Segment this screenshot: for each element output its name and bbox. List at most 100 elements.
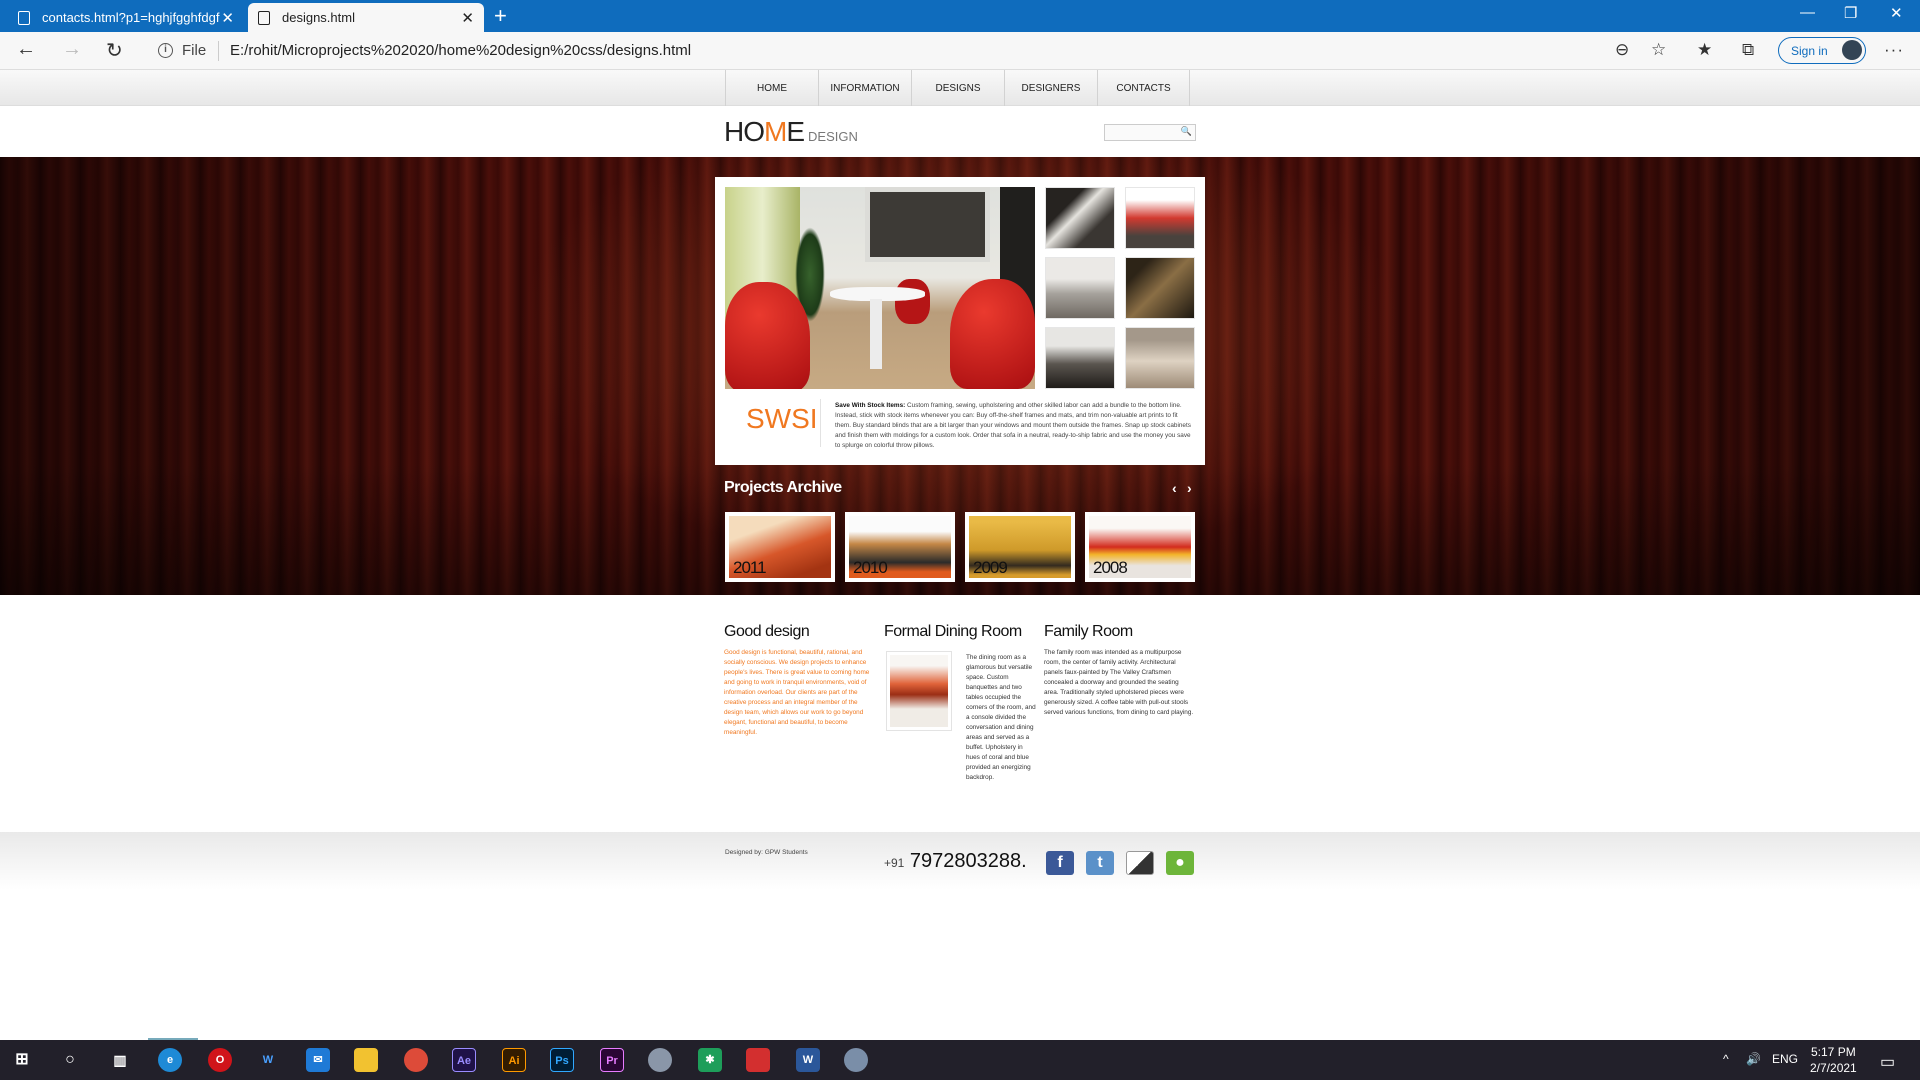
clock-time: 5:17 PM xyxy=(1811,1045,1856,1059)
chat-icon[interactable]: ● xyxy=(1166,851,1194,875)
chevron-right-icon[interactable]: › xyxy=(1187,480,1192,496)
app-w-icon[interactable]: W xyxy=(256,1048,280,1072)
thumbnail-grid xyxy=(1045,187,1195,389)
sign-in-label: Sign in xyxy=(1791,44,1828,58)
close-window-icon[interactable]: ✕ xyxy=(1890,4,1903,22)
photoshop-icon[interactable]: Ps xyxy=(550,1048,574,1072)
illustrator-icon[interactable]: Ai xyxy=(502,1048,526,1072)
clock-date: 2/7/2021 xyxy=(1810,1061,1857,1075)
phone-number: 7972803288. xyxy=(909,850,1027,872)
sign-in-button[interactable]: Sign in xyxy=(1778,37,1866,64)
twitter-icon[interactable]: t xyxy=(1086,851,1114,875)
nav-home[interactable]: HOME xyxy=(725,70,818,106)
chevron-up-icon[interactable]: ^ xyxy=(1723,1052,1729,1066)
app-icon[interactable]: ✱ xyxy=(698,1048,722,1072)
project-card[interactable]: 2009 xyxy=(965,512,1075,582)
nav-information[interactable]: INFORMATION xyxy=(818,70,911,106)
feature-image[interactable] xyxy=(725,187,1035,389)
project-year: 2011 xyxy=(733,558,767,577)
banner-divider-left xyxy=(0,596,480,605)
task-view-icon[interactable]: ▥ xyxy=(108,1048,132,1072)
after-effects-icon[interactable]: Ae xyxy=(452,1048,476,1072)
clock[interactable]: 5:17 PM 2/7/2021 xyxy=(1810,1044,1857,1076)
logo-ho: HO xyxy=(724,116,765,147)
chrome-icon[interactable] xyxy=(404,1048,428,1072)
facebook-icon[interactable]: f xyxy=(1046,851,1074,875)
web-page: HOME INFORMATION DESIGNS DESIGNERS CONTA… xyxy=(0,70,1920,1040)
thumbnail[interactable] xyxy=(1045,327,1115,389)
forward-icon[interactable]: → xyxy=(62,38,82,61)
thumbnail[interactable] xyxy=(1045,187,1115,249)
thumbnail[interactable] xyxy=(1045,257,1115,319)
new-tab-icon[interactable]: + xyxy=(494,3,507,29)
thumbnail[interactable] xyxy=(1125,257,1195,319)
address-toolbar: ← → ↻ i File E:/rohit/Microprojects%2020… xyxy=(0,32,1920,70)
mail-icon[interactable]: ✉ xyxy=(306,1048,330,1072)
dining-room-image[interactable] xyxy=(886,651,952,731)
project-card[interactable]: 2008 xyxy=(1085,512,1195,582)
info-icon[interactable]: i xyxy=(158,43,173,58)
column-good-design: Good design Good design is functional, b… xyxy=(724,623,872,738)
file-explorer-icon[interactable] xyxy=(354,1048,378,1072)
nav-designers[interactable]: DESIGNERS xyxy=(1004,70,1097,106)
close-tab-icon[interactable]: ✕ xyxy=(461,9,474,27)
nav-designs[interactable]: DESIGNS xyxy=(911,70,1004,106)
chair-shape xyxy=(950,279,1035,389)
search-icon[interactable]: 🔍 xyxy=(1181,126,1192,137)
premiere-icon[interactable]: Pr xyxy=(600,1048,624,1072)
column-formal-dining: Formal Dining Room The dining room as a … xyxy=(884,623,1036,781)
footer-credit: Designed by: GPW Students xyxy=(725,849,808,856)
opera-icon[interactable]: O xyxy=(208,1048,232,1072)
collections-icon[interactable]: ⧉ xyxy=(1742,40,1754,60)
refresh-icon[interactable]: ↻ xyxy=(106,38,123,63)
project-card[interactable]: 2011 xyxy=(725,512,835,582)
zoom-out-icon[interactable]: ⊖ xyxy=(1615,40,1629,60)
column-title: Good design xyxy=(724,623,810,640)
delicious-icon[interactable] xyxy=(1126,851,1154,875)
logo-e: E xyxy=(786,116,805,147)
tab-designs[interactable]: designs.html ✕ xyxy=(248,3,484,32)
footer-phone: +91 7972803288. xyxy=(884,850,1027,873)
more-icon[interactable]: ··· xyxy=(1884,40,1904,60)
favorites-icon[interactable]: ★ xyxy=(1697,40,1712,60)
page-icon xyxy=(18,10,30,25)
volume-icon[interactable]: 🔊 xyxy=(1746,1052,1761,1066)
file-label: File xyxy=(182,42,207,59)
divider xyxy=(820,399,821,447)
feature-body: Custom framing, sewing, upholstering and… xyxy=(835,402,1191,449)
logo-m: M xyxy=(764,116,787,147)
logo-design: DESIGN xyxy=(808,129,858,144)
thumbnail[interactable] xyxy=(1125,327,1195,389)
restore-icon[interactable]: ❐ xyxy=(1844,4,1857,22)
app-icon[interactable] xyxy=(844,1048,868,1072)
search-input[interactable]: 🔍 xyxy=(1104,124,1196,141)
feature-text: Save With Stock Items: Custom framing, s… xyxy=(835,401,1193,451)
word-icon[interactable]: W xyxy=(796,1048,820,1072)
divider xyxy=(218,41,219,61)
page-icon xyxy=(258,10,270,25)
minimize-icon[interactable]: — xyxy=(1800,4,1815,21)
close-tab-icon[interactable]: ✕ xyxy=(221,9,234,27)
site-logo[interactable]: HOME DESIGN xyxy=(724,116,858,148)
browser-tab-bar: contacts.html?p1=hghjfgghfdgf ✕ designs.… xyxy=(0,0,1920,32)
app-icon[interactable] xyxy=(746,1048,770,1072)
nav-contacts[interactable]: CONTACTS xyxy=(1097,70,1190,106)
tab-contacts[interactable]: contacts.html?p1=hghjfgghfdgf ✕ xyxy=(8,3,244,32)
windows-start-icon[interactable]: ⊞ xyxy=(10,1048,34,1072)
edge-icon[interactable]: e xyxy=(158,1048,182,1072)
chevron-left-icon[interactable]: ‹ xyxy=(1172,480,1177,496)
project-card[interactable]: 2010 xyxy=(845,512,955,582)
column-text: The dining room as a glamorous but versa… xyxy=(966,654,1036,781)
column-title: Formal Dining Room xyxy=(884,623,1022,640)
notifications-icon[interactable]: ▭ xyxy=(1880,1052,1895,1072)
avatar xyxy=(1842,40,1862,60)
thumbnail[interactable] xyxy=(1125,187,1195,249)
project-year: 2009 xyxy=(973,558,1008,577)
back-icon[interactable]: ← xyxy=(16,38,36,61)
url-field[interactable]: E:/rohit/Microprojects%202020/home%20des… xyxy=(230,42,691,59)
language-indicator[interactable]: ENG xyxy=(1772,1052,1798,1066)
column-text: Good design is functional, beautiful, ra… xyxy=(724,649,870,736)
search-icon[interactable]: ○ xyxy=(58,1048,82,1072)
add-favorite-icon[interactable]: ☆ xyxy=(1651,40,1666,60)
app-icon[interactable] xyxy=(648,1048,672,1072)
